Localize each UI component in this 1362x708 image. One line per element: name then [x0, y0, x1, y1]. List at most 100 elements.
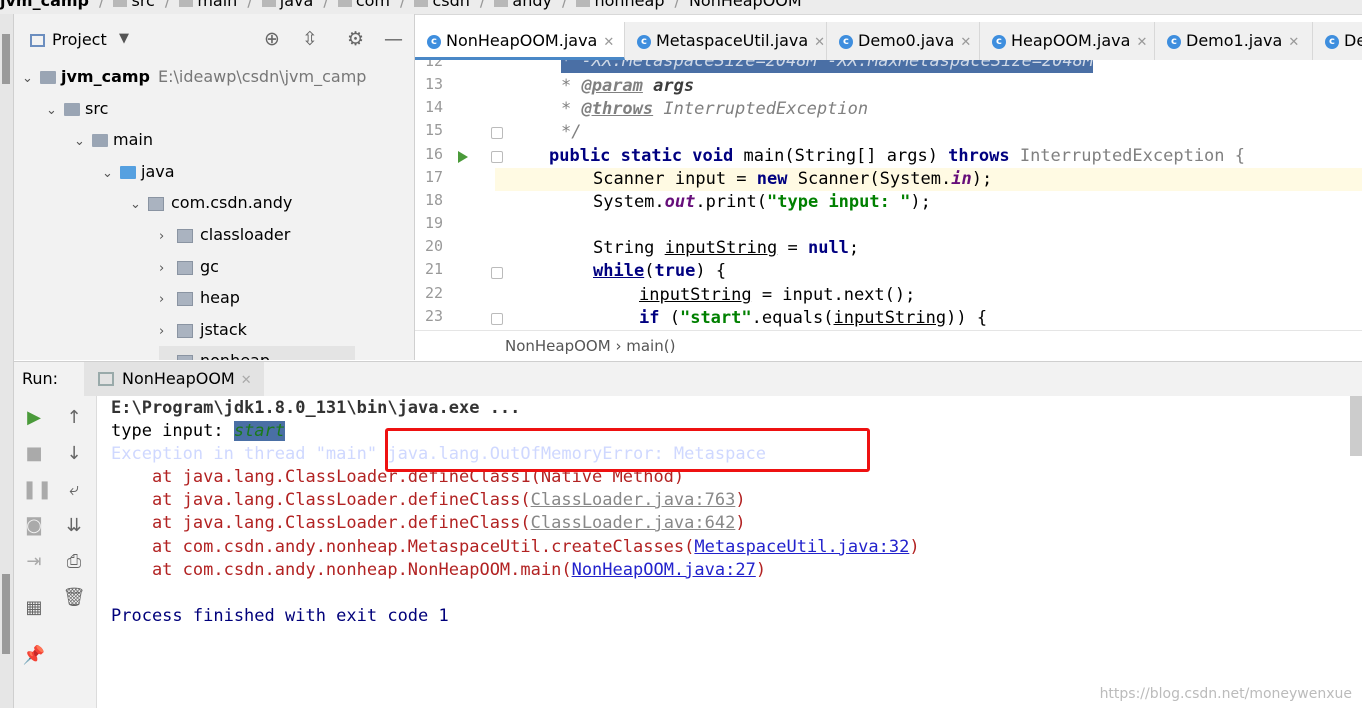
tree-item-jvm-camp[interactable]: ⌄ jvm_camp E:\ideawp\csdn\jvm_camp [22, 62, 366, 92]
tab-label: NonHeapOOM.java [446, 31, 598, 50]
chevron-down-icon[interactable]: ⌄ [46, 96, 64, 126]
tree-item-src[interactable]: ⌄ src [46, 94, 108, 124]
code-text: ( [659, 308, 680, 328]
tab-heapoom[interactable]: c HeapOOM.java ✕ [980, 22, 1155, 60]
package-icon [177, 260, 193, 275]
locate-icon[interactable]: ⊕ [264, 28, 280, 50]
code-line: public static void main(String[] args) t… [549, 145, 1245, 168]
breadcrumb-item[interactable]: nonheap [594, 0, 664, 10]
breadcrumb-item[interactable]: andy [512, 0, 552, 10]
tab-label: HeapOOM.java [1011, 31, 1131, 50]
code-line: Scanner input = new Scanner(System.in); [593, 168, 992, 191]
exit-icon[interactable]: ⇥ [22, 550, 46, 574]
tree-item-gc[interactable]: › gc [159, 252, 219, 282]
tab-overflow[interactable]: c De [1313, 22, 1362, 60]
chevron-right-icon[interactable]: › [159, 254, 177, 284]
pin-icon[interactable]: 📌 [22, 644, 46, 668]
tab-run-nonheapoom[interactable]: NonHeapOOM ✕ [84, 362, 264, 396]
console-exit-line: Process finished with exit code 1 [111, 606, 449, 626]
project-panel-title[interactable]: Project [52, 30, 107, 49]
breadcrumb-item[interactable]: src [131, 0, 154, 10]
close-icon[interactable]: ✕ [241, 373, 252, 388]
tree-item-java[interactable]: ⌄ java [102, 157, 175, 187]
chevron-down-icon[interactable]: ⌄ [22, 64, 40, 94]
chevron-right-icon[interactable]: › [159, 285, 177, 315]
chevron-down-icon[interactable]: ⌄ [74, 127, 92, 157]
breadcrumb-item[interactable]: csdn [432, 0, 469, 10]
fold-marker-icon[interactable] [491, 313, 503, 325]
code-keyword: new [756, 169, 788, 189]
code-variable: inputString [639, 285, 752, 305]
tab-nonheapoom[interactable]: c NonHeapOOM.java ✕ [415, 22, 625, 60]
layout-icon[interactable]: ▦ [22, 596, 46, 620]
class-icon: c [1167, 34, 1181, 49]
code-line: inputString = input.next(); [639, 284, 915, 307]
close-icon[interactable]: ✕ [960, 35, 971, 50]
breadcrumb-item[interactable]: main [197, 0, 237, 10]
close-icon[interactable]: ✕ [603, 35, 614, 50]
print-icon[interactable]: ⎙ [62, 550, 86, 574]
structure-tool-window-button[interactable] [2, 574, 10, 654]
fold-marker-icon[interactable] [491, 151, 503, 163]
breadcrumb-item[interactable]: NonHeapOOM [689, 0, 802, 10]
collapse-all-icon[interactable]: ⇳ [302, 28, 318, 50]
project-tool-window-button[interactable] [2, 34, 10, 84]
arrow-up-icon[interactable]: ↑ [62, 406, 86, 430]
close-icon[interactable]: ✕ [1136, 35, 1147, 50]
gear-icon[interactable]: ⚙ [347, 28, 364, 50]
console-command-line: E:\Program\jdk1.8.0_131\bin\java.exe ... [111, 398, 521, 418]
chevron-down-icon[interactable]: ⌄ [130, 190, 148, 220]
tree-item-heap[interactable]: › heap [159, 283, 240, 313]
pause-icon[interactable]: ❚❚ [22, 478, 52, 502]
code-keyword: while [593, 261, 645, 281]
stop-icon[interactable]: ■ [22, 442, 46, 466]
scroll-to-end-icon[interactable]: ⇊ [62, 514, 86, 538]
tree-item-classloader[interactable]: › classloader [159, 220, 290, 250]
breadcrumb-class[interactable]: NonHeapOOM [505, 337, 611, 355]
tree-item-jstack[interactable]: › jstack [159, 315, 247, 345]
chevron-down-icon[interactable]: ⌄ [102, 159, 120, 189]
chevron-right-icon[interactable]: › [159, 317, 177, 347]
camera-icon[interactable]: ◙ [22, 514, 46, 538]
source-link[interactable]: ClassLoader.java:763 [531, 490, 736, 510]
soft-wrap-icon[interactable]: ⤶ [62, 478, 86, 502]
tab-metaspaceutil[interactable]: c MetaspaceUtil.java ✕ [625, 22, 827, 60]
project-panel: Project ▼ ⊕ ⇳ ⚙ — ⌄ jvm_camp E:\ideawp\csd… [14, 14, 415, 360]
fold-marker-icon[interactable] [491, 127, 503, 139]
navigation-breadcrumb: jvm_camp / src / main / java / com / csdn / an… [0, 0, 1362, 15]
rerun-icon[interactable]: ▶ [22, 406, 46, 430]
close-icon[interactable]: ✕ [1288, 35, 1299, 50]
chevron-down-icon[interactable]: ▼ [119, 31, 129, 46]
close-icon[interactable]: ✕ [814, 35, 825, 50]
tree-item-com-csdn-andy[interactable]: ⌄ com.csdn.andy [130, 188, 292, 218]
console-scrollbar[interactable] [1350, 396, 1362, 456]
code-text: .print( [695, 192, 768, 212]
code-editor[interactable]: 12 13 14 15 16 17 18 19 20 21 22 23 * -X… [415, 60, 1362, 330]
code-text: ( [644, 261, 655, 281]
hide-icon[interactable]: — [384, 28, 403, 50]
trash-icon[interactable]: 🗑 [62, 586, 86, 610]
stacktrace-text: ) [909, 537, 920, 557]
folder-icon [64, 103, 80, 116]
breadcrumb-item[interactable]: jvm_camp [0, 0, 89, 10]
source-link[interactable]: NonHeapOOM.java:27 [572, 560, 756, 580]
tab-demo0[interactable]: c Demo0.java ✕ [827, 22, 980, 60]
tab-demo1[interactable]: c Demo1.java ✕ [1155, 22, 1313, 60]
tree-item-nonheap[interactable]: ⌄ nonheap [159, 346, 355, 360]
tree-item-main[interactable]: ⌄ main [74, 125, 153, 155]
code-text: Scanner(System. [787, 169, 952, 189]
code-text: ; [848, 238, 860, 258]
breadcrumb-method[interactable]: main() [626, 337, 675, 355]
breadcrumb-item[interactable]: java [280, 0, 314, 10]
fold-marker-icon[interactable] [491, 267, 503, 279]
chevron-right-icon[interactable]: › [159, 222, 177, 252]
source-link[interactable]: ClassLoader.java:642 [531, 513, 736, 533]
code-text: * -XX:MetaspaceSize=2048M -XX:MaxMetaspa… [561, 60, 1094, 71]
tree-item-label: classloader [200, 225, 291, 244]
source-link[interactable]: MetaspaceUtil.java:32 [694, 537, 909, 557]
line-number: 20 [424, 237, 443, 255]
chevron-down-icon[interactable]: ⌄ [159, 348, 177, 360]
arrow-down-icon[interactable]: ↓ [62, 442, 86, 466]
run-gutter-icon[interactable] [458, 151, 468, 163]
breadcrumb-item[interactable]: com [356, 0, 390, 10]
